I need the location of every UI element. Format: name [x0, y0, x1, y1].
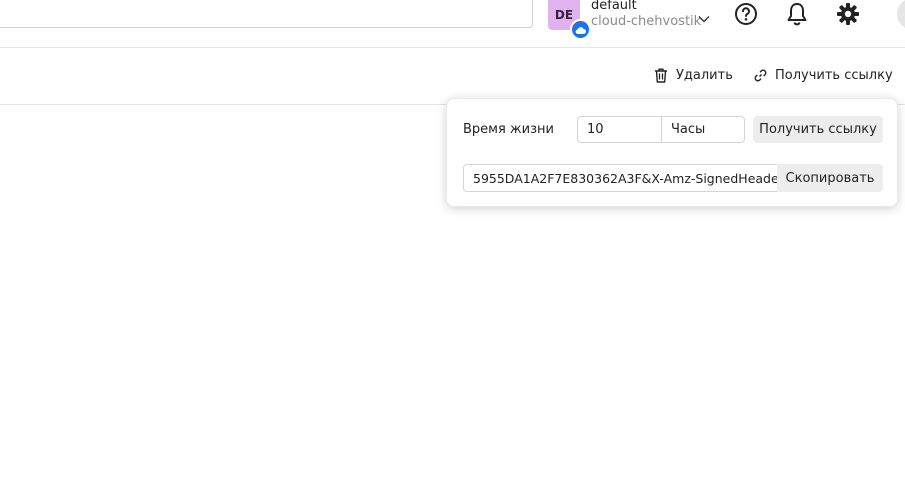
ttl-unit-select[interactable]: Часы	[661, 116, 745, 143]
ttl-label: Время жизни	[463, 122, 554, 137]
get-link-toolbar-button[interactable]: Получить ссылку	[754, 68, 893, 83]
search-input[interactable]	[0, 0, 533, 28]
bell-icon[interactable]	[784, 1, 810, 27]
cloud-folder-name: cloud-chehvostik	[591, 14, 702, 29]
get-link-popup: Время жизни Часы Получить ссылку Скопиро…	[446, 98, 898, 207]
trash-icon	[655, 68, 667, 83]
cloud-name: default	[591, 0, 637, 13]
copy-button[interactable]: Скопировать	[777, 164, 883, 192]
cloud-icon	[570, 19, 591, 40]
chevron-down-icon	[698, 8, 710, 27]
delete-label: Удалить	[676, 68, 733, 83]
ttl-input[interactable]	[577, 116, 662, 143]
get-link-button[interactable]: Получить ссылку	[753, 116, 883, 143]
gear-icon[interactable]	[835, 1, 861, 27]
cloud-avatar-initials: DE	[554, 8, 574, 22]
top-header: DE default cloud-chehvostik	[0, 0, 905, 48]
toolbar: Удалить Получить ссылку	[0, 49, 905, 105]
delete-button[interactable]: Удалить	[654, 68, 733, 83]
cloud-names: default cloud-chehvostik	[591, 0, 701, 30]
signed-url-field[interactable]	[463, 164, 778, 192]
cloud-selector[interactable]: DE default cloud-chehvostik	[548, 0, 710, 40]
cloud-avatar: DE	[548, 0, 591, 40]
get-link-toolbar-label: Получить ссылку	[775, 68, 893, 83]
link-icon	[754, 69, 767, 82]
help-icon[interactable]	[733, 1, 759, 27]
user-avatar[interactable]	[897, 0, 905, 30]
